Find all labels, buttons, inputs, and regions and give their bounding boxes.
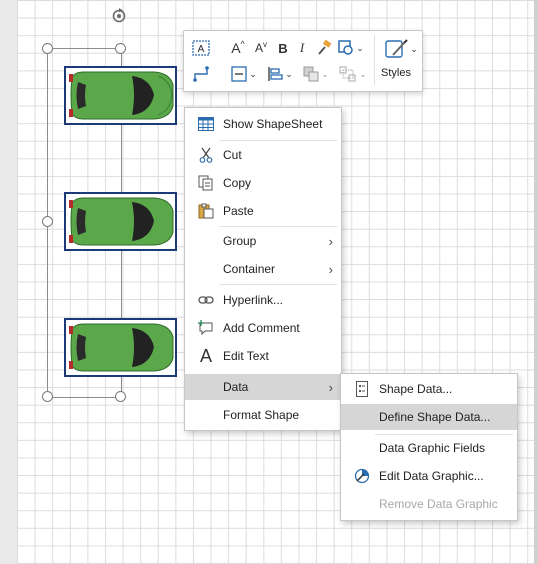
submenu-arrow-icon: › bbox=[328, 261, 333, 277]
shape-data-icon bbox=[353, 380, 371, 398]
menu-item-cut[interactable]: Cut bbox=[185, 142, 341, 168]
mini-toolbar: A A ^ Av B I ⌄ ⌄ ⌄ ⌄ ⌄ ⌄ Styles bbox=[183, 30, 423, 92]
hyperlink-icon bbox=[197, 291, 215, 309]
toolbar-divider bbox=[374, 35, 375, 85]
bold-button[interactable]: B bbox=[274, 37, 292, 59]
shrink-font-button[interactable]: Av bbox=[251, 37, 271, 59]
menu-item-label: Container bbox=[223, 262, 276, 276]
menu-item-show-shapesheet[interactable]: Show ShapeSheet bbox=[185, 111, 341, 137]
menu-item-edit-data-graphic[interactable]: Edit Data Graphic... bbox=[341, 463, 517, 489]
scissors-icon bbox=[197, 146, 215, 164]
menu-item-label: Data bbox=[223, 380, 249, 394]
group-icon[interactable]: ⌄ bbox=[338, 63, 368, 85]
position-icon[interactable]: ⌄ bbox=[266, 63, 294, 85]
shrink-font-label: A bbox=[254, 41, 263, 55]
italic-label: I bbox=[299, 40, 305, 55]
menu-item-label: Paste bbox=[223, 204, 254, 218]
connector-icon[interactable] bbox=[190, 63, 212, 85]
edit-data-graphic-icon bbox=[353, 467, 371, 485]
resize-handle-bottom-left[interactable] bbox=[42, 391, 53, 402]
menu-item-remove-data-graphic: Remove Data Graphic bbox=[341, 491, 517, 517]
data-submenu: Shape Data... Define Shape Data... Data … bbox=[340, 373, 518, 521]
page-edge bbox=[534, 0, 538, 564]
menu-item-label: Show ShapeSheet bbox=[223, 117, 323, 131]
car-shape[interactable] bbox=[64, 66, 177, 125]
paste-icon bbox=[197, 202, 215, 220]
context-menu: Show ShapeSheet Cut Copy Paste Group › C… bbox=[184, 107, 342, 431]
bold-label: B bbox=[278, 40, 288, 56]
menu-item-label: Shape Data... bbox=[379, 382, 453, 396]
shapesheet-icon bbox=[197, 115, 215, 133]
menu-item-data[interactable]: Data › bbox=[185, 374, 341, 400]
resize-handle-bottom[interactable] bbox=[115, 391, 126, 402]
menu-item-label: Group bbox=[223, 234, 257, 248]
menu-item-group[interactable]: Group › bbox=[185, 228, 341, 254]
menu-item-data-graphic-fields[interactable]: Data Graphic Fields bbox=[341, 435, 517, 461]
car-shape[interactable] bbox=[64, 192, 177, 251]
submenu-arrow-icon: › bbox=[328, 379, 333, 395]
menu-item-define-shape-data[interactable]: Define Shape Data... bbox=[341, 404, 517, 430]
car-shape[interactable] bbox=[64, 318, 177, 377]
arrange-icon[interactable]: ⌄ bbox=[302, 63, 330, 85]
menu-item-label: Edit Data Graphic... bbox=[379, 469, 484, 483]
menu-item-label: Edit Text bbox=[223, 349, 269, 363]
menu-item-label: Add Comment bbox=[223, 321, 300, 335]
styles-button-label[interactable]: Styles bbox=[381, 67, 411, 79]
grow-font-label: A bbox=[231, 40, 241, 56]
svg-text:A: A bbox=[198, 44, 205, 55]
menu-item-copy[interactable]: Copy bbox=[185, 170, 341, 196]
text-box-icon[interactable]: A bbox=[190, 37, 212, 59]
copy-icon bbox=[197, 174, 215, 192]
menu-item-container[interactable]: Container › bbox=[185, 256, 341, 282]
menu-item-shape-data[interactable]: Shape Data... bbox=[341, 376, 517, 402]
grow-font-button[interactable]: A ^ bbox=[228, 37, 248, 59]
menu-item-add-comment[interactable]: Add Comment bbox=[185, 315, 341, 341]
italic-button[interactable]: I bbox=[294, 37, 310, 59]
resize-handle-top[interactable] bbox=[115, 43, 126, 54]
comment-icon bbox=[197, 319, 215, 337]
menu-item-label: Define Shape Data... bbox=[379, 410, 491, 424]
menu-item-paste[interactable]: Paste bbox=[185, 198, 341, 224]
fill-color-icon[interactable]: ⌄ bbox=[337, 37, 365, 59]
menu-item-label: Data Graphic Fields bbox=[379, 441, 486, 455]
menu-item-label: Copy bbox=[223, 176, 252, 190]
menu-item-label: Format Shape bbox=[223, 408, 300, 422]
menu-item-label: Remove Data Graphic bbox=[379, 497, 498, 511]
align-icon[interactable]: ⌄ bbox=[230, 63, 258, 85]
menu-separator bbox=[219, 226, 337, 227]
menu-item-hyperlink[interactable]: Hyperlink... bbox=[185, 287, 341, 313]
menu-item-label: Hyperlink... bbox=[223, 293, 284, 307]
menu-separator bbox=[219, 284, 337, 285]
menu-item-label: Cut bbox=[223, 148, 242, 162]
text-icon: A bbox=[199, 345, 212, 366]
resize-handle-left[interactable] bbox=[42, 216, 53, 227]
menu-separator bbox=[219, 140, 337, 141]
format-painter-icon[interactable] bbox=[314, 37, 334, 59]
menu-item-edit-text[interactable]: A Edit Text bbox=[185, 343, 341, 369]
rotate-handle-icon[interactable] bbox=[110, 6, 128, 24]
submenu-arrow-icon: › bbox=[328, 233, 333, 249]
resize-handle-top-left[interactable] bbox=[42, 43, 53, 54]
styles-icon[interactable]: ⌄ bbox=[384, 35, 418, 63]
menu-item-format-shape[interactable]: Format Shape bbox=[185, 402, 341, 428]
